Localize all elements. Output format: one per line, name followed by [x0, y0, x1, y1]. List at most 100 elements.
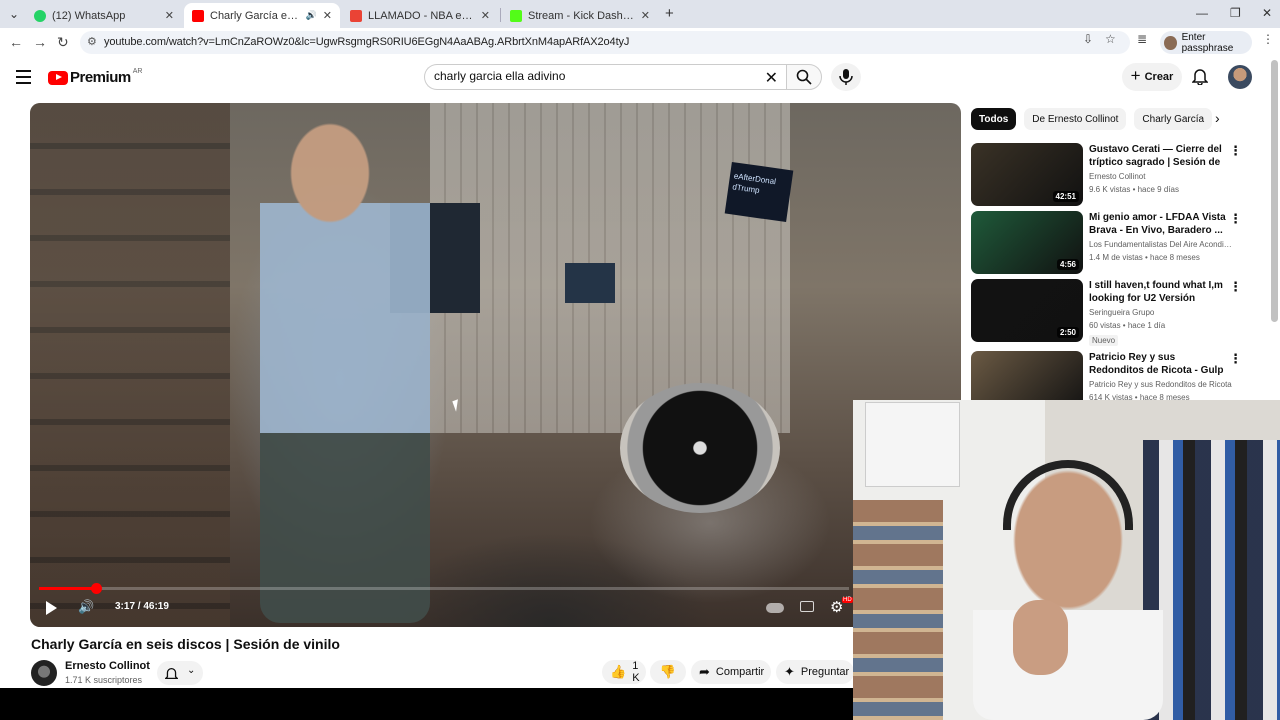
channel-name[interactable]: Ernesto Collinot	[65, 660, 150, 672]
recommendation-item[interactable]: 2:50 I still haven,t found what I,m look…	[971, 279, 1251, 346]
notifications-bell-icon[interactable]	[1192, 67, 1208, 85]
streamer-hand	[1013, 600, 1068, 675]
chip-all[interactable]: Todos	[971, 108, 1017, 130]
url-text[interactable]: youtube.com/watch?v=LmCnZaROWz0&lc=UgwRs…	[104, 36, 629, 48]
plus-icon: +	[1130, 66, 1141, 85]
video-thumbnail[interactable]: 42:51	[971, 143, 1083, 206]
autoplay-toggle[interactable]	[766, 603, 784, 613]
thumbs-up-icon: 👍	[610, 664, 627, 679]
recommendation-channel[interactable]: Patricio Rey y sus Redonditos de Ricota	[1089, 380, 1235, 389]
video-frame-sign: eAfterDonal dTrump	[724, 161, 794, 223]
bookmark-star-icon[interactable]: ☆	[1105, 32, 1116, 46]
tab-separator	[500, 8, 501, 22]
recommendation-title[interactable]: Gustavo Cerati — Cierre del tríptico sag…	[1089, 143, 1229, 169]
page-scrollbar[interactable]	[1271, 60, 1278, 322]
close-tab-icon[interactable]: ✕	[323, 9, 332, 22]
youtube-header: Premium AR ✕ + Crear	[0, 57, 1270, 99]
recommendation-item[interactable]: 42:51 Gustavo Cerati — Cierre del trípti…	[971, 143, 1251, 207]
new-badge: Nuevo	[1089, 335, 1119, 346]
more-options-icon[interactable]: ⋮	[1229, 351, 1242, 367]
webcam-overlay	[853, 400, 1280, 720]
forward-icon[interactable]: →	[33, 34, 47, 50]
reading-list-icon[interactable]: ≣	[1137, 32, 1147, 46]
close-tab-icon[interactable]: ✕	[481, 9, 490, 22]
clear-search-icon[interactable]: ✕	[765, 68, 778, 88]
passphrase-button[interactable]: Enter passphrase	[1160, 31, 1252, 54]
video-player[interactable]: eAfterDonal dTrump 🔊 3:17 / 46:19 ⚙ HD	[30, 103, 961, 627]
user-avatar[interactable]	[1228, 65, 1252, 89]
address-bar[interactable]: ⚙ youtube.com/watch?v=LmCnZaROWz0&lc=Ugw…	[80, 31, 1130, 54]
install-app-icon[interactable]: ⇩	[1083, 32, 1093, 46]
browser-menu-icon[interactable]: ⋮	[1262, 32, 1274, 46]
youtube-icon	[192, 9, 204, 22]
tab-title: Stream - Kick Dashboard	[528, 9, 635, 22]
recommendation-channel[interactable]: Ernesto Collinot	[1089, 172, 1235, 181]
close-window-icon[interactable]: ✕	[1262, 6, 1272, 20]
recommendation-title[interactable]: I still haven,t found what I,m looking f…	[1089, 279, 1229, 305]
country-code: AR	[132, 68, 143, 75]
back-icon[interactable]: ←	[9, 34, 23, 50]
profile-avatar	[1164, 35, 1177, 50]
site-info-icon[interactable]: ⚙	[87, 35, 97, 48]
recommendation-title[interactable]: Patricio Rey y sus Redonditos de Ricota …	[1089, 351, 1229, 377]
recommendation-title[interactable]: Mi genio amor - LFDAA Vista Brava - En V…	[1089, 211, 1229, 237]
tab-title: Charly García en seis discos	[210, 9, 302, 22]
volume-icon[interactable]: 🔊	[78, 599, 94, 615]
ask-button[interactable]: ✦ Preguntar	[776, 660, 854, 684]
video-thumbnail[interactable]: 2:50	[971, 279, 1083, 342]
minimize-icon[interactable]: —	[1196, 6, 1208, 20]
close-tab-icon[interactable]: ✕	[641, 9, 650, 22]
search-input[interactable]	[434, 69, 754, 83]
voice-search-button[interactable]	[831, 63, 861, 91]
duration-badge: 4:56	[1056, 259, 1079, 270]
share-label: Compartir	[715, 666, 765, 678]
kick-icon	[510, 9, 522, 22]
sparkle-icon: ✦	[784, 664, 795, 679]
youtube-logo[interactable]: Premium AR	[48, 68, 143, 86]
like-button[interactable]: 👍 1 K	[602, 660, 646, 684]
tab-title: LLAMADO - NBA en Prime, JAI	[368, 9, 475, 22]
tab-search-icon[interactable]: ⌄	[9, 7, 19, 21]
video-frame-person	[260, 113, 430, 623]
close-tab-icon[interactable]: ✕	[165, 9, 174, 22]
dislike-button[interactable]: 👎	[650, 660, 686, 684]
video-frame-screen	[565, 263, 615, 303]
player-controls: 🔊 3:17 / 46:19 ⚙ HD	[30, 593, 961, 627]
tab-whatsapp[interactable]: (12) WhatsApp ✕	[26, 3, 182, 28]
video-frame-bookshelf	[30, 103, 230, 627]
video-progress-bar[interactable]	[39, 583, 849, 594]
tab-youtube[interactable]: Charly García en seis discos 🔊 ✕	[184, 3, 340, 28]
chevron-right-icon[interactable]: ›	[1215, 110, 1220, 126]
recommendation-item[interactable]: 4:56 Mi genio amor - LFDAA Vista Brava -…	[971, 211, 1251, 275]
screen: ⌄ (12) WhatsApp ✕ Charly García en seis …	[0, 0, 1280, 720]
more-options-icon[interactable]: ⋮	[1229, 143, 1242, 159]
hamburger-menu-icon[interactable]	[16, 70, 31, 88]
tab-gmail[interactable]: LLAMADO - NBA en Prime, JAI ✕	[342, 3, 498, 28]
subscription-bell-button[interactable]: ⌄	[157, 661, 203, 685]
new-tab-icon[interactable]: +	[665, 5, 674, 22]
tab-kick[interactable]: Stream - Kick Dashboard ✕	[502, 3, 658, 28]
play-icon[interactable]	[46, 601, 57, 615]
more-options-icon[interactable]: ⋮	[1229, 211, 1242, 227]
video-thumbnail[interactable]: 4:56	[971, 211, 1083, 274]
reload-icon[interactable]: ↻	[57, 34, 69, 51]
chip-artist[interactable]: Charly García	[1134, 108, 1213, 130]
create-button[interactable]: + Crear	[1122, 63, 1182, 91]
more-options-icon[interactable]: ⋮	[1229, 279, 1242, 295]
filter-chips: Todos De Ernesto Collinot Charly García	[971, 108, 1220, 130]
search-button[interactable]	[786, 64, 822, 90]
recommendation-channel[interactable]: Seringueira Grupo	[1089, 308, 1235, 317]
chip-channel[interactable]: De Ernesto Collinot	[1024, 108, 1127, 130]
speaker-icon[interactable]: 🔊	[306, 10, 317, 21]
subtitles-icon[interactable]	[800, 601, 814, 612]
search-box[interactable]: ✕	[424, 64, 786, 90]
share-button[interactable]: ➦ Compartir	[691, 660, 771, 684]
tab-title: (12) WhatsApp	[52, 9, 126, 22]
maximize-icon[interactable]: ❐	[1230, 6, 1241, 20]
recommendation-meta: 1.4 M de vistas • hace 8 meses	[1089, 253, 1200, 262]
recommendation-channel[interactable]: Los Fundamentalistas Del Aire Acondici..…	[1089, 240, 1235, 249]
channel-avatar[interactable]	[31, 660, 57, 686]
create-label: Crear	[1144, 71, 1174, 83]
bell-icon	[165, 667, 178, 680]
hd-badge: HD	[842, 597, 853, 603]
